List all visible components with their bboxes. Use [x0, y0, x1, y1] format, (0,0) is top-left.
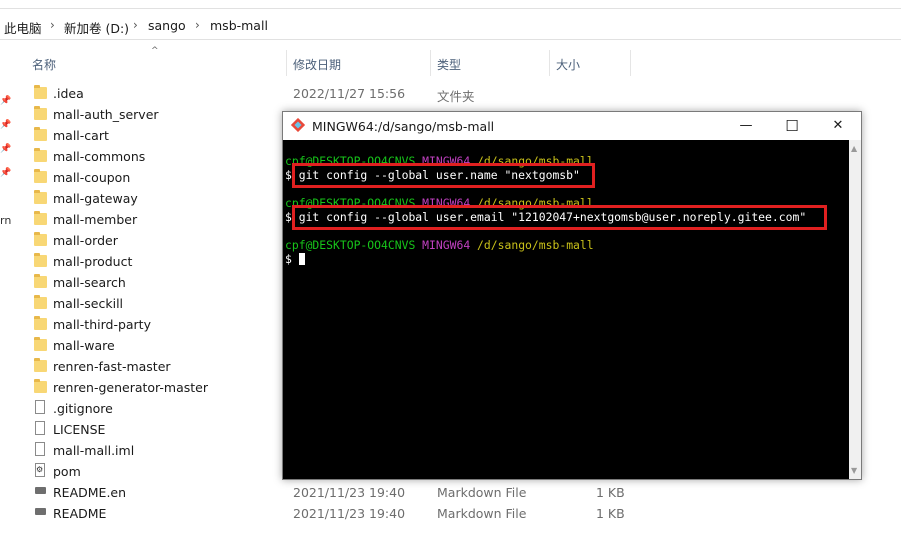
folder-icon — [34, 358, 47, 372]
file-name: pom — [53, 464, 81, 479]
column-header-size[interactable]: 大小 — [556, 56, 580, 73]
minimize-button[interactable]: — — [723, 112, 769, 140]
highlight-box-user-name — [292, 163, 595, 188]
sort-ascending-icon: ^ — [151, 46, 159, 56]
file-name: mall-auth_server — [53, 107, 159, 122]
folder-icon — [34, 106, 47, 120]
pin-icon: 📌 — [0, 168, 12, 178]
scroll-down-icon[interactable]: ▼ — [851, 466, 857, 475]
file-row[interactable]: .idea 2022/11/27 15:56 文件夹 — [30, 83, 890, 104]
file-modified-date: 2021/11/23 19:40 — [293, 506, 406, 521]
file-name: mall-member — [53, 212, 138, 227]
text-cursor — [298, 253, 305, 265]
folder-icon — [34, 253, 47, 267]
terminal-window[interactable]: MINGW64:/d/sango/msb-mall — ☐ ✕ cpf@DESK… — [282, 111, 862, 480]
file-name: mall-seckill — [53, 296, 124, 311]
folder-icon — [34, 148, 47, 162]
breadcrumb-separator-icon[interactable]: › — [133, 18, 138, 32]
nav-item-fragment[interactable]: rn — [0, 214, 11, 227]
current-command: $ — [285, 252, 299, 266]
file-name: mall-coupon — [53, 170, 131, 185]
git-bash-icon — [291, 118, 305, 132]
maximize-button[interactable]: ☐ — [769, 112, 815, 140]
folder-icon — [34, 232, 47, 246]
breadcrumb-drive-d[interactable]: 新加卷 (D:) — [64, 18, 129, 37]
file-icon — [35, 400, 45, 414]
command-line: $ — [285, 252, 305, 266]
file-type: 文件夹 — [437, 89, 475, 104]
file-name: mall-gateway — [53, 191, 138, 206]
file-name: mall-cart — [53, 128, 109, 143]
file-type: Markdown File — [437, 485, 527, 500]
terminal-scrollbar[interactable]: ▲ ▼ — [849, 140, 861, 479]
folder-icon — [34, 190, 47, 204]
folder-icon — [34, 211, 47, 225]
column-header-modified[interactable]: 修改日期 — [293, 56, 341, 73]
column-header-type[interactable]: 类型 — [437, 56, 461, 73]
folder-icon — [34, 127, 47, 141]
column-header-name[interactable]: 名称 — [32, 56, 56, 73]
file-type: Markdown File — [437, 506, 527, 521]
column-divider[interactable] — [630, 50, 631, 76]
prompt-path: /d/sango/msb-mall — [477, 238, 594, 252]
folder-icon — [34, 337, 47, 351]
file-name: renren-generator-master — [53, 380, 208, 395]
folder-icon — [34, 379, 47, 393]
column-divider[interactable] — [430, 50, 431, 76]
file-name: README.en — [53, 485, 127, 500]
xml-file-icon — [35, 463, 45, 477]
file-name: mall-ware — [53, 338, 115, 353]
scroll-up-icon[interactable]: ▲ — [851, 144, 857, 153]
pin-icon: 📌 — [0, 96, 12, 106]
column-divider[interactable] — [286, 50, 287, 76]
file-name: mall-third-party — [53, 317, 151, 332]
markdown-file-icon — [35, 487, 46, 494]
prompt-line: cpf@DESKTOP-OO4CNVS MINGW64 /d/sango/msb… — [285, 238, 594, 252]
prompt-shell: MINGW64 — [422, 238, 471, 252]
file-icon — [35, 442, 45, 456]
folder-icon — [34, 169, 47, 183]
file-modified-date: 2021/11/23 19:40 — [293, 485, 406, 500]
navigation-pane-edge: 📌 📌 📌 📌 rn — [0, 44, 14, 537]
file-name: mall-commons — [53, 149, 146, 164]
terminal-title: MINGW64:/d/sango/msb-mall — [312, 119, 495, 134]
file-name: mall-search — [53, 275, 126, 290]
close-button[interactable]: ✕ — [815, 112, 861, 140]
markdown-file-icon — [35, 508, 46, 515]
file-name: .gitignore — [53, 401, 113, 416]
terminal-titlebar[interactable]: MINGW64:/d/sango/msb-mall — ☐ ✕ — [283, 112, 861, 140]
column-divider[interactable] — [549, 50, 550, 76]
breadcrumb-this-pc[interactable]: 此电脑 — [4, 18, 42, 37]
file-name: .idea — [53, 86, 84, 101]
file-name: renren-fast-master — [53, 359, 171, 374]
file-icon — [35, 421, 45, 435]
file-name: mall-order — [53, 233, 118, 248]
folder-icon — [34, 316, 47, 330]
file-row[interactable]: README.en 2021/11/23 19:40 Markdown File 1 … — [30, 482, 890, 503]
highlight-box-user-email — [292, 205, 827, 230]
file-modified-date: 2022/11/27 15:56 — [293, 86, 406, 101]
breadcrumb-separator-icon[interactable]: › — [50, 18, 55, 32]
file-name: README — [53, 506, 107, 521]
breadcrumb-msb-mall[interactable]: msb-mall — [210, 18, 268, 33]
address-bar[interactable]: 此电脑 › 新加卷 (D:) › sango › msb-mall — [0, 0, 901, 44]
file-row[interactable]: README 2021/11/23 19:40 Markdown File 1 KB — [30, 503, 890, 524]
pin-icon: 📌 — [0, 144, 12, 154]
folder-icon — [34, 85, 47, 99]
pin-icon: 📌 — [0, 120, 12, 130]
file-size: 1 KB — [596, 485, 625, 500]
folder-icon — [34, 295, 47, 309]
file-name: LICENSE — [53, 422, 106, 437]
file-name: mall-product — [53, 254, 133, 269]
file-name: mall-mall.iml — [53, 443, 135, 458]
breadcrumb-separator-icon[interactable]: › — [195, 18, 200, 32]
breadcrumb-sango[interactable]: sango — [148, 18, 186, 33]
prompt-user: cpf@DESKTOP-OO4CNVS — [285, 238, 416, 252]
folder-icon — [34, 274, 47, 288]
file-size: 1 KB — [596, 506, 625, 521]
terminal-console[interactable]: cpf@DESKTOP-OO4CNVS MINGW64 /d/sango/msb… — [283, 140, 849, 479]
